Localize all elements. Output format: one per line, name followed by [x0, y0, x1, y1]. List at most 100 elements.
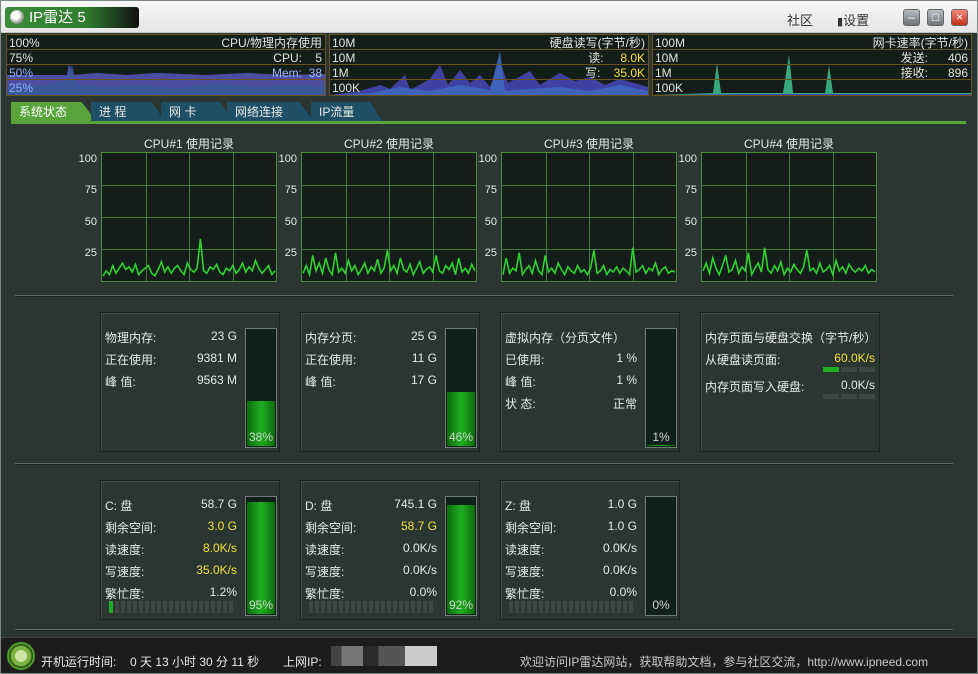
busy-segment [629, 601, 633, 613]
busy-segment [611, 601, 615, 613]
level-75: 75% [9, 51, 34, 65]
memory-usage-percent: 46% [448, 430, 474, 444]
busy-segment [563, 601, 567, 613]
busy-segment [217, 601, 221, 613]
disk-panel: Z: 盘 1.0 G 剩余空间: 1.0 G 读速度: 0.0K/s 写速度: 0.0K/s 繁… [500, 480, 680, 620]
busy-segment [133, 601, 137, 613]
level-100: 100% [9, 36, 40, 50]
disk-panel: C: 盘 58.7 G 剩余空间: 3.0 G 读速度: 8.0K/s 写速度: 35.0K/… [100, 480, 280, 620]
swap-title: 内存页面与硬盘交换（字节/秒） [705, 331, 877, 345]
disk-stat-value: 8.0K/s [202, 541, 237, 555]
disk-stat-label: 繁忙度: [305, 587, 345, 601]
cpu-mem-monitor: 100% 75% 50% 25% CPU/物理内存使用 CPU: 5 Mem: … [6, 34, 326, 96]
busy-segment [321, 601, 325, 613]
level-1m: 1M [332, 66, 349, 80]
disk-stat-value: 35.0K/s [196, 563, 237, 577]
busy-segment [109, 601, 113, 613]
disk-stat-label: Z: 盘 [505, 499, 531, 513]
busy-segment [617, 601, 621, 613]
net-monitor: 100M 10M 1M 100K 网卡速率(字节/秒) 发送: 406 接收: … [652, 34, 972, 96]
cpu-chart-title: CPU#1 使用记录 [143, 137, 235, 151]
y-tick-label: 50 [84, 216, 97, 228]
busy-segment [193, 601, 197, 613]
y-tick-label: 25 [284, 247, 297, 259]
memory-stat-value: 23 G [210, 329, 237, 343]
y-tick-label: 75 [84, 184, 97, 196]
app-logo: IP雷达 5 [5, 7, 139, 28]
memory-stat-label: 已使用: [505, 353, 545, 367]
memory-stat-value: 正常 [612, 397, 637, 411]
level-100m: 100M [655, 36, 686, 50]
disk-stat-value: 0.0K/s [402, 541, 437, 555]
busy-segment [569, 601, 573, 613]
cpu-usage-chart [301, 152, 477, 282]
memory-stat-label: 正在使用: [105, 353, 157, 367]
net-send-readout: 发送: 406 [900, 51, 968, 65]
disk-stat-label: C: 盘 [105, 499, 133, 513]
busy-segment [557, 601, 561, 613]
level-100k: 100K [655, 81, 684, 95]
busy-segment [223, 601, 227, 613]
busy-segment [429, 601, 433, 613]
tab-network-card[interactable]: 网 卡 [161, 102, 233, 122]
disk-busy-bar [309, 601, 435, 613]
divider [15, 629, 953, 630]
busy-segment [363, 601, 367, 613]
disk-usage-bar: 92% [445, 496, 477, 616]
memory-usage-percent: 1% [652, 430, 670, 444]
busy-segment [357, 601, 361, 613]
busy-segment [229, 601, 233, 613]
busy-segment [417, 601, 421, 613]
memory-stat-label: 内存分页: [305, 331, 357, 345]
busy-segment [593, 601, 597, 613]
swap-read-value: 60.0K/s [834, 351, 875, 365]
divider [15, 295, 953, 296]
y-tick-label: 75 [484, 184, 497, 196]
busy-segment [405, 601, 409, 613]
tab-system-status[interactable]: 系统状态 [11, 102, 97, 122]
disk-stat-value: 1.0 G [607, 497, 637, 511]
y-tick-label: 75 [684, 184, 697, 196]
level-100k: 100K [332, 81, 361, 95]
y-tick-label: 100 [678, 153, 697, 165]
status-bar: 开机运行时间: 0 天 13 小时 30 分 11 秒 上网IP: 欢迎访问IP… [1, 637, 977, 673]
busy-segment [423, 601, 427, 613]
disk-busy-bar [509, 601, 635, 613]
cpu-usage-chart [701, 152, 877, 282]
disk-monitor: 10M 10M 1M 100K 硬盘读写(字节/秒) 读: 8.0K 写: 35… [329, 34, 649, 96]
memory-stat-value: 9563 M [196, 373, 237, 387]
tab-processes[interactable]: 进 程 [91, 102, 165, 122]
busy-segment [411, 601, 415, 613]
busy-segment [375, 601, 379, 613]
maximize-button[interactable]: □ [927, 9, 944, 26]
uptime-label: 开机运行时间: [41, 655, 117, 669]
busy-segment [575, 601, 579, 613]
close-button[interactable]: × [951, 9, 968, 26]
busy-segment [121, 601, 125, 613]
busy-segment [339, 601, 343, 613]
memory-stat-label: 虚拟内存（分页文件） [505, 331, 626, 345]
disk-stat-label: 读速度: [505, 543, 545, 557]
community-link[interactable]: 社区 [787, 10, 813, 29]
memory-stat-value: 1 % [616, 373, 637, 387]
memory-stat-value: 1 % [616, 351, 637, 365]
disk-stat-value: 745.1 G [394, 497, 437, 511]
cpu-chart-title: CPU#2 使用记录 [343, 137, 435, 151]
memory-stat-label: 峰 值: [305, 375, 336, 389]
minimize-button[interactable]: – [903, 9, 920, 26]
level-50: 50% [9, 66, 34, 80]
disk-read-readout: 读: 8.0K [588, 51, 645, 65]
busy-segment [187, 601, 191, 613]
busy-segment [351, 601, 355, 613]
welcome-link[interactable]: 欢迎访问IP雷达网站，获取帮助文档，参与社区交流，http://www.ipne… [520, 653, 928, 670]
tab-connections[interactable]: 网络连接 [227, 102, 315, 122]
disk-stat-value: 0.0K/s [402, 563, 437, 577]
divider [15, 463, 953, 464]
settings-button[interactable]: ▮设置 [837, 10, 869, 29]
main-window: IP雷达 5 社区 ▮设置 – □ × 100% 75% 50% 25% CPU… [0, 0, 978, 674]
busy-segment [533, 601, 537, 613]
memory-usage-bar: 1% [645, 328, 677, 448]
tab-ip-traffic[interactable]: IP流量 [311, 102, 383, 122]
clock-icon [7, 642, 35, 670]
swap-write-bar [823, 394, 875, 399]
